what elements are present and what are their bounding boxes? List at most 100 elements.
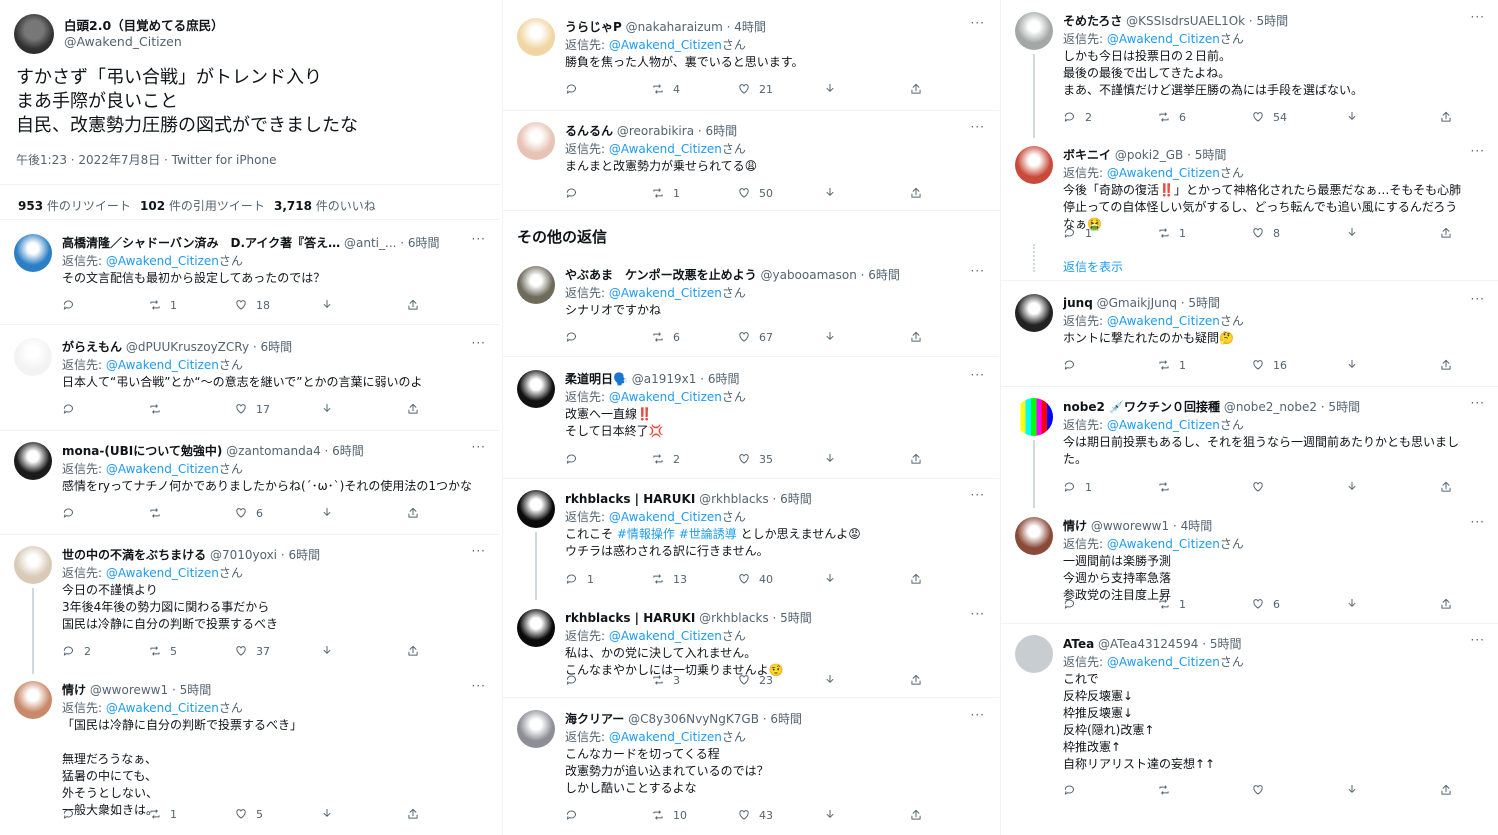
download-button[interactable] (320, 807, 334, 821)
avatar[interactable] (14, 234, 52, 272)
author-name[interactable]: nobe2 💉ワクチン０回接種 (1063, 400, 1220, 414)
more-options-icon[interactable]: ··· (472, 544, 486, 558)
author-handle[interactable]: @Awakend_Citizen (64, 34, 182, 49)
author-name[interactable]: 高橋清隆／シャドーバン済み D.アイク著『答え… (62, 236, 340, 250)
avatar[interactable] (14, 14, 54, 54)
like-button[interactable]: 6 (1251, 597, 1280, 611)
download-button[interactable] (823, 572, 837, 586)
reply-button[interactable]: 1 (565, 572, 594, 586)
download-button[interactable] (823, 186, 837, 200)
more-options-icon[interactable]: ··· (971, 708, 985, 722)
author-handle[interactable]: @a1919x1 · 6時間 (632, 372, 740, 386)
avatar[interactable] (1015, 398, 1053, 436)
avatar[interactable] (517, 490, 555, 528)
author-name[interactable]: るんるん (565, 124, 613, 138)
reply-tweet[interactable]: mona-(UBIについて勉強中) @zantomanda4 · 6時間 ··· 返… (0, 430, 500, 535)
share-button[interactable] (909, 82, 923, 96)
author-handle[interactable]: @anti_... · 6時間 (344, 236, 440, 250)
author-handle[interactable]: @dPUUKruszoyZCRy · 6時間 (126, 340, 292, 354)
retweet-button[interactable]: 10 (651, 808, 687, 822)
reply-button[interactable]: 2 (1063, 110, 1092, 124)
share-button[interactable] (406, 506, 420, 520)
reply-button[interactable] (565, 452, 587, 466)
like-button[interactable]: 37 (234, 644, 270, 658)
avatar[interactable] (517, 122, 555, 160)
more-options-icon[interactable]: ··· (971, 488, 985, 502)
author-name[interactable]: junq (1063, 296, 1093, 310)
avatar[interactable] (1015, 517, 1053, 555)
retweet-button[interactable] (1157, 480, 1179, 494)
retweet-button[interactable]: 1 (1157, 358, 1186, 372)
reply-button[interactable] (565, 808, 587, 822)
share-button[interactable] (1439, 358, 1453, 372)
mention-link[interactable]: @Awakend_Citizen (106, 701, 219, 715)
retweet-button[interactable] (148, 506, 170, 520)
reply-tweet[interactable]: ATea @ATea43124594 · 5時間 ··· 返信先: @Awakend… (1001, 623, 1498, 835)
download-button[interactable] (320, 644, 334, 658)
mention-link[interactable]: @Awakend_Citizen (1107, 314, 1220, 328)
tweet-meta[interactable]: 午後1:23 · 2022年7月8日 · Twitter for iPhone (16, 151, 277, 168)
retweet-button[interactable] (1157, 783, 1179, 797)
more-options-icon[interactable]: ··· (1471, 633, 1485, 647)
hashtag-link[interactable]: #情報操作 (617, 527, 675, 541)
quotes-stat[interactable]: 102 件の引用ツイート (140, 197, 265, 214)
download-button[interactable] (823, 673, 837, 687)
like-button[interactable]: 21 (737, 82, 773, 96)
author-name[interactable]: うらじゃP (565, 20, 622, 34)
reply-tweet[interactable]: junq @GmaikjJunq · 5時間 ··· 返信先: @Awakend_C… (1001, 282, 1498, 387)
author-handle[interactable]: @wworeww1 · 4時間 (1091, 519, 1212, 533)
download-button[interactable] (1345, 783, 1359, 797)
like-button[interactable]: 5 (234, 807, 263, 821)
like-button[interactable]: 35 (737, 452, 773, 466)
author-name[interactable]: 情け (62, 683, 86, 697)
download-button[interactable] (320, 298, 334, 312)
reply-button[interactable]: 1 (1063, 480, 1092, 494)
share-button[interactable] (909, 673, 923, 687)
mention-link[interactable]: @Awakend_Citizen (106, 462, 219, 476)
reply-tweet[interactable]: nobe2 💉ワクチン０回接種 @nobe2_nobe2 · 5時間 ··· 返信先… (1001, 386, 1498, 508)
reply-tweet[interactable]: そめたろさ @KSSIsdrsUAEL1Ok · 5時間 ··· 返信先: @Awa… (1001, 0, 1498, 138)
avatar[interactable] (14, 338, 52, 376)
share-button[interactable] (1439, 480, 1453, 494)
author-handle[interactable]: @7010yoxi · 6時間 (210, 548, 320, 562)
author-name[interactable]: ATea (1063, 637, 1094, 651)
author-handle[interactable]: @reorabikira · 6時間 (617, 124, 737, 138)
author-name[interactable]: rkhblacks | HARUKI (565, 492, 695, 506)
mention-link[interactable]: @Awakend_Citizen (1107, 655, 1220, 669)
download-button[interactable] (1345, 480, 1359, 494)
reply-tweet[interactable]: やぶあま ケンポー改悪を止めよう @yabooamason · 6時間 ··· 返信… (503, 254, 999, 357)
mention-link[interactable]: @Awakend_Citizen (609, 38, 722, 52)
reply-button[interactable] (1063, 358, 1085, 372)
mention-link[interactable]: @Awakend_Citizen (609, 390, 722, 404)
author-name[interactable]: やぶあま ケンポー改悪を止めよう (565, 268, 757, 282)
author-handle[interactable]: @yabooamason · 6時間 (760, 268, 899, 282)
download-button[interactable] (823, 452, 837, 466)
likes-stat[interactable]: 3,718 件のいいね (274, 197, 376, 214)
download-button[interactable] (320, 506, 334, 520)
author-handle[interactable]: @KSSIsdrsUAEL1Ok · 5時間 (1126, 14, 1288, 28)
more-options-icon[interactable]: ··· (971, 120, 985, 134)
like-button[interactable]: 6 (234, 506, 263, 520)
reply-button[interactable] (62, 298, 84, 312)
avatar[interactable] (1015, 12, 1053, 50)
more-options-icon[interactable]: ··· (472, 440, 486, 454)
retweet-button[interactable]: 1 (1157, 226, 1186, 240)
download-button[interactable] (1345, 110, 1359, 124)
like-button[interactable] (1251, 480, 1273, 494)
like-button[interactable]: 17 (234, 402, 270, 416)
avatar[interactable] (517, 18, 555, 56)
reply-button[interactable] (565, 82, 587, 96)
share-button[interactable] (406, 402, 420, 416)
like-button[interactable]: 67 (737, 330, 773, 344)
more-options-icon[interactable]: ··· (472, 679, 486, 693)
share-button[interactable] (909, 186, 923, 200)
avatar[interactable] (517, 370, 555, 408)
retweet-button[interactable]: 1 (651, 186, 680, 200)
avatar[interactable] (1015, 294, 1053, 332)
retweet-button[interactable]: 2 (651, 452, 680, 466)
retweet-button[interactable]: 1 (148, 807, 177, 821)
reply-tweet[interactable]: 柔道明日🗣️ @a1919x1 · 6時間 ··· 返信先: @Awakend_Ci… (503, 358, 999, 479)
like-button[interactable]: 54 (1251, 110, 1287, 124)
share-button[interactable] (1439, 110, 1453, 124)
author-handle[interactable]: @poki2_GB · 5時間 (1115, 148, 1227, 162)
